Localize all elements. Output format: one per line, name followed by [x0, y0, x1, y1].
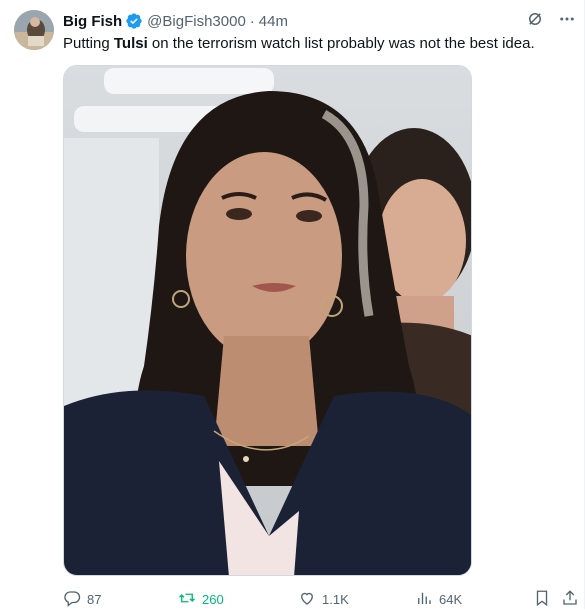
reply-icon [63, 589, 81, 610]
more-icon[interactable] [558, 10, 576, 33]
bookmark-icon [533, 589, 551, 610]
header-icons [526, 10, 576, 33]
views-count: 64K [439, 592, 463, 607]
tweet-text-after: on the terrorism watch list probably was… [147, 35, 535, 52]
tweet-text: Putting Tulsi on the terrorism watch lis… [63, 34, 572, 54]
like-button[interactable]: 1.1K [298, 589, 349, 610]
timestamp[interactable]: 44m [259, 13, 288, 30]
reply-button[interactable]: 87 [63, 589, 101, 610]
separator-dot: · [249, 12, 255, 30]
avatar[interactable] [14, 10, 54, 50]
verified-badge-icon [125, 12, 143, 30]
retweet-icon [178, 589, 196, 610]
views-icon [415, 589, 433, 610]
tweet-header: Big Fish @BigFish3000 · 44m [63, 11, 574, 31]
bookmark-button[interactable] [533, 589, 551, 610]
reply-count: 87 [87, 592, 102, 607]
like-count: 1.1K [322, 592, 349, 607]
like-icon [298, 589, 316, 610]
action-bar: 87 260 1.1K 64K [63, 589, 579, 609]
photo-image [64, 66, 471, 575]
share-icon [561, 589, 579, 610]
author-handle[interactable]: @BigFish3000 [147, 13, 246, 30]
tweet-text-before: Putting [63, 35, 114, 52]
share-button[interactable] [561, 589, 579, 610]
retweet-count: 260 [202, 592, 224, 607]
tweet-photo[interactable] [63, 65, 472, 576]
grok-icon[interactable] [526, 10, 544, 33]
views-button[interactable]: 64K [415, 589, 462, 610]
tweet-text-bold: Tulsi [113, 35, 148, 52]
retweet-button[interactable]: 260 [178, 589, 224, 610]
author-name[interactable]: Big Fish [63, 13, 122, 30]
tweet-card[interactable]: Big Fish @BigFish3000 · 44m Putting Tuls… [0, 0, 585, 609]
